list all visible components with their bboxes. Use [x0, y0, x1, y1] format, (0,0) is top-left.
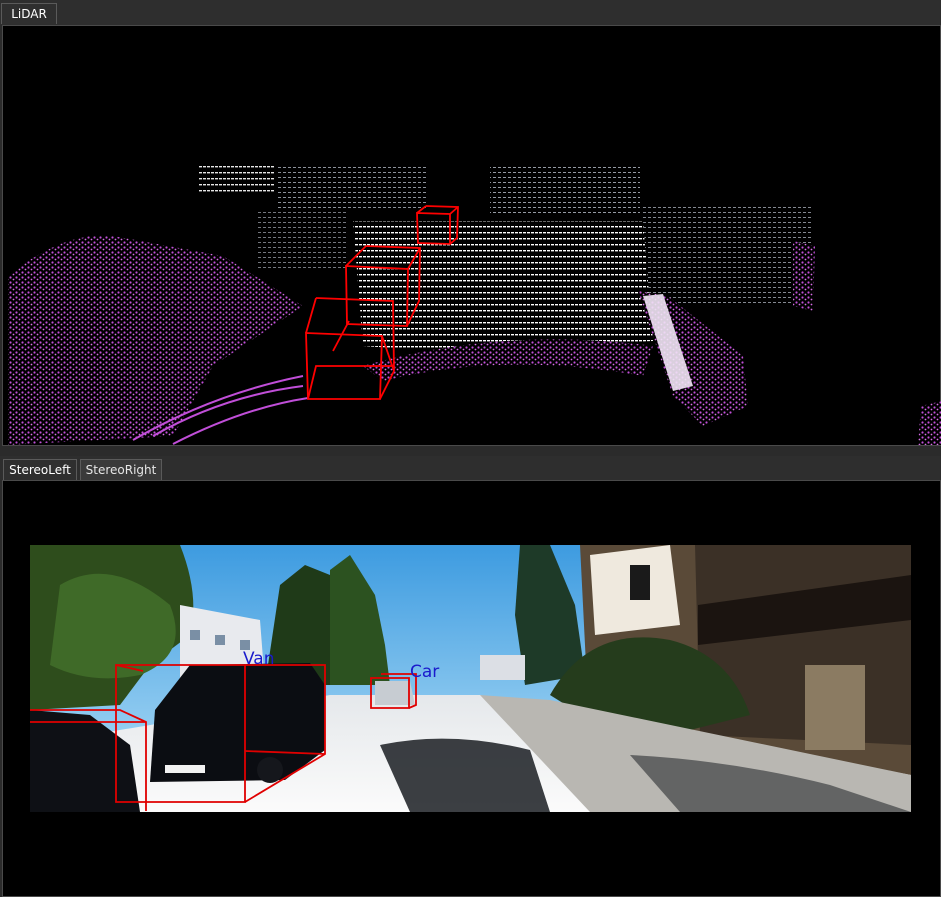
stereo-tab-bar: StereoLeft StereoRight — [0, 456, 941, 480]
tab-stereo-right[interactable]: StereoRight — [80, 459, 162, 480]
camera-frame — [30, 545, 911, 812]
detection-label-van: Van — [243, 649, 275, 669]
tab-stereo-left[interactable]: StereoLeft — [3, 459, 77, 480]
stereo-camera-image: Van Car — [30, 545, 911, 812]
lidar-view[interactable] — [2, 25, 941, 446]
tab-lidar[interactable]: LiDAR — [1, 3, 57, 24]
lidar-tab-bar: LiDAR — [0, 0, 941, 25]
road-points — [353, 221, 653, 351]
stereo-view[interactable]: Van Car — [2, 480, 941, 897]
lidar-point-cloud — [8, 166, 941, 445]
detection-label-car: Car — [410, 662, 439, 682]
